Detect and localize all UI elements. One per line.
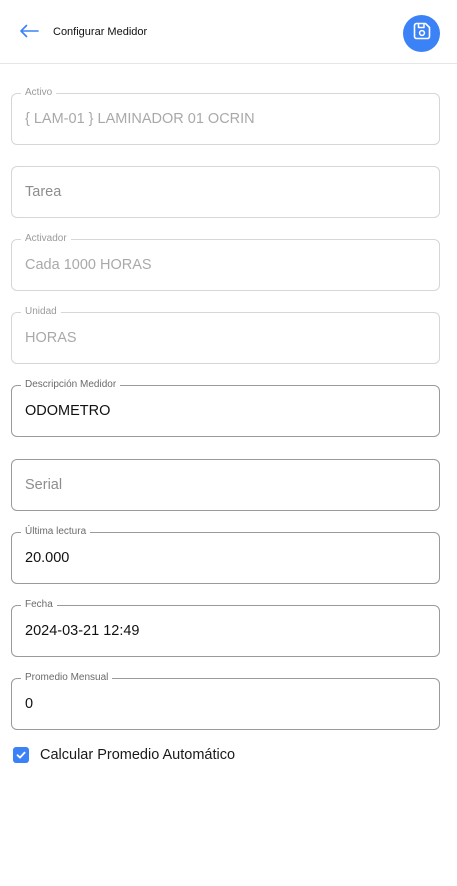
promedio-mensual-field[interactable]: Promedio Mensual 0: [11, 672, 440, 730]
unidad-field: Unidad HORAS: [11, 306, 440, 364]
ultima-lectura-value[interactable]: 20.000: [25, 550, 427, 566]
calcular-promedio-checkbox[interactable]: [13, 747, 29, 763]
tarea-field[interactable]: [11, 166, 440, 218]
arrow-left-icon: [19, 24, 39, 43]
activador-label: Activador: [21, 233, 71, 245]
activador-field: Activador Cada 1000 HORAS: [11, 233, 440, 291]
ultima-lectura-field[interactable]: Última lectura 20.000: [11, 526, 440, 584]
promedio-mensual-label: Promedio Mensual: [21, 672, 113, 684]
save-button[interactable]: [403, 15, 440, 52]
activador-value: Cada 1000 HORAS: [25, 257, 152, 273]
descripcion-medidor-field[interactable]: Descripción Medidor ODOMETRO: [11, 379, 440, 437]
fecha-field[interactable]: Fecha 2024-03-21 12:49: [11, 599, 440, 657]
page-title: Configurar Medidor: [53, 26, 148, 38]
app-screen: Configurar Medidor Activo { LAM-01 } LAM…: [0, 0, 457, 886]
unidad-value: HORAS: [25, 330, 77, 346]
calcular-promedio-checkbox-row[interactable]: Calcular Promedio Automático: [13, 745, 235, 765]
floppy-disk-icon: [412, 21, 432, 46]
checkmark-icon: [16, 751, 26, 759]
descripcion-medidor-label: Descripción Medidor: [21, 379, 121, 391]
activo-field: Activo { LAM-01 } LAMINADOR 01 OCRIN: [11, 87, 440, 145]
activo-label: Activo: [21, 87, 57, 99]
descripcion-medidor-value[interactable]: ODOMETRO: [25, 403, 427, 419]
back-button[interactable]: [14, 20, 44, 46]
fecha-label: Fecha: [21, 599, 57, 611]
serial-field[interactable]: [11, 459, 440, 511]
promedio-mensual-value[interactable]: 0: [25, 696, 427, 712]
top-app-bar: Configurar Medidor: [0, 0, 457, 64]
ultima-lectura-label: Última lectura: [21, 526, 91, 538]
calcular-promedio-label: Calcular Promedio Automático: [40, 747, 236, 763]
tarea-input[interactable]: [25, 181, 425, 203]
fecha-value[interactable]: 2024-03-21 12:49: [25, 623, 427, 639]
unidad-label: Unidad: [21, 306, 61, 318]
activo-value: { LAM-01 } LAMINADOR 01 OCRIN: [25, 111, 255, 127]
serial-input[interactable]: [25, 474, 425, 496]
